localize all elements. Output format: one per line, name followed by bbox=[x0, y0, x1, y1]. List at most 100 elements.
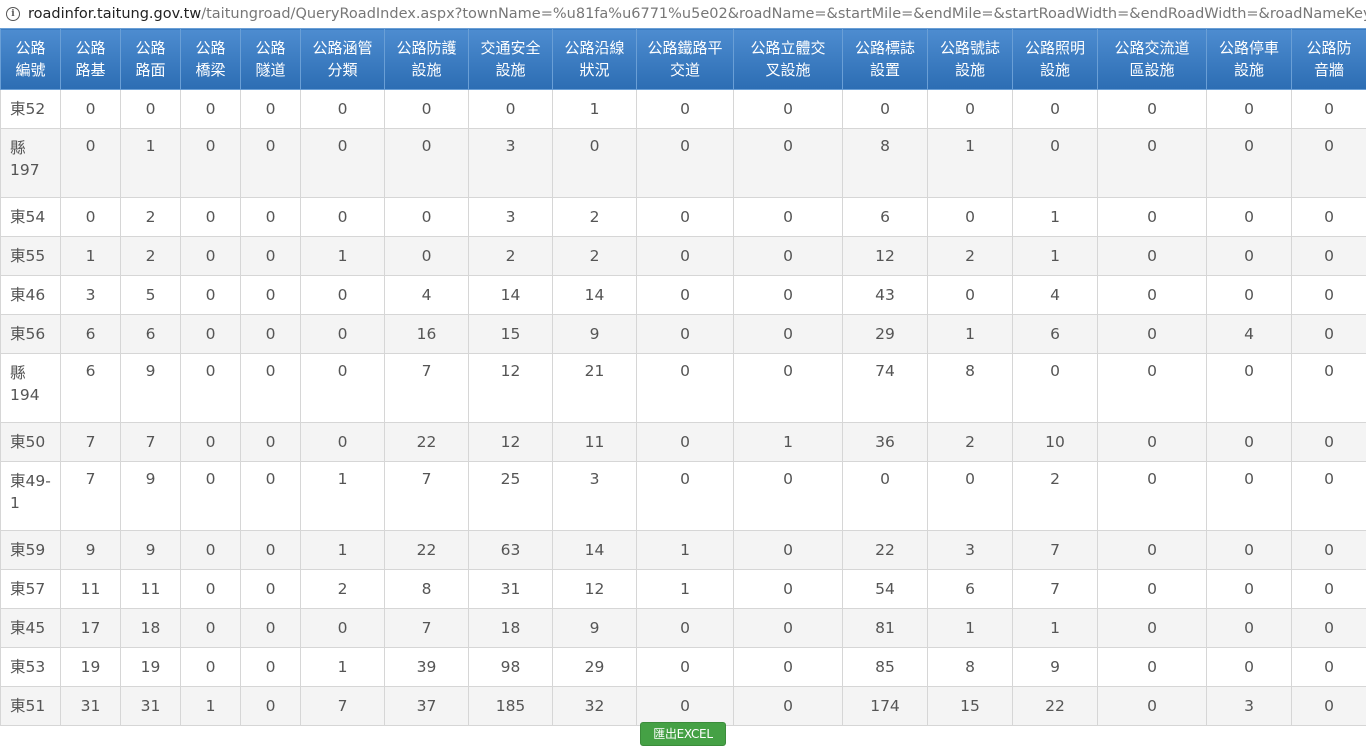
value-cell: 0 bbox=[1291, 422, 1366, 462]
value-cell: 4 bbox=[1206, 314, 1292, 354]
value-cell: 22 bbox=[384, 422, 469, 462]
value-cell: 11 bbox=[552, 422, 637, 462]
value-cell: 4 bbox=[1012, 275, 1098, 315]
column-header: 公路停車 設施 bbox=[1206, 28, 1292, 90]
value-cell: 0 bbox=[1206, 422, 1292, 462]
value-cell: 16 bbox=[384, 314, 469, 354]
value-cell: 0 bbox=[636, 608, 734, 648]
value-cell: 9 bbox=[552, 314, 637, 354]
value-cell: 0 bbox=[1291, 461, 1366, 531]
value-cell: 2 bbox=[552, 197, 637, 237]
value-cell: 0 bbox=[384, 89, 469, 129]
value-cell: 7 bbox=[384, 353, 469, 423]
value-cell: 0 bbox=[240, 608, 301, 648]
value-cell: 7 bbox=[60, 422, 121, 462]
value-cell: 22 bbox=[384, 530, 469, 570]
value-cell: 8 bbox=[842, 128, 928, 198]
value-cell: 5 bbox=[120, 275, 181, 315]
value-cell: 0 bbox=[180, 197, 241, 237]
road-code-cell: 東49- 1 bbox=[0, 461, 61, 531]
value-cell: 15 bbox=[468, 314, 553, 354]
value-cell: 9 bbox=[60, 530, 121, 570]
value-cell: 36 bbox=[842, 422, 928, 462]
value-cell: 0 bbox=[927, 275, 1013, 315]
info-icon[interactable]: i bbox=[6, 7, 20, 21]
column-header-text: 區設施 bbox=[1129, 61, 1175, 79]
value-cell: 0 bbox=[1097, 608, 1207, 648]
value-cell: 6 bbox=[927, 569, 1013, 609]
column-header-text: 公路防護 bbox=[396, 39, 457, 57]
value-cell: 31 bbox=[120, 686, 181, 726]
value-cell: 0 bbox=[240, 314, 301, 354]
column-header-text: 公路立體交 bbox=[750, 39, 826, 57]
value-cell: 0 bbox=[636, 197, 734, 237]
value-cell: 0 bbox=[300, 608, 385, 648]
address-bar[interactable]: i roadinfor.taitung.gov.tw/taitungroad/Q… bbox=[0, 0, 1366, 28]
table-row: 東49- 1 7 9 0 0 1 7 25 3 0 0 0 0 2 0 0 0 bbox=[0, 461, 1366, 531]
column-header-text: 交道 bbox=[669, 61, 700, 79]
value-cell: 12 bbox=[842, 236, 928, 276]
road-code-text: 東45 bbox=[10, 619, 46, 637]
value-cell: 3 bbox=[1206, 686, 1292, 726]
column-header-text: 隧道 bbox=[255, 61, 286, 79]
value-cell: 31 bbox=[60, 686, 121, 726]
value-cell: 3 bbox=[60, 275, 121, 315]
export-excel-button[interactable]: 匯出EXCEL bbox=[640, 722, 726, 746]
value-cell: 0 bbox=[1206, 530, 1292, 570]
column-header-text: 公路 bbox=[255, 39, 286, 57]
value-cell: 0 bbox=[1291, 686, 1366, 726]
value-cell: 0 bbox=[60, 128, 121, 198]
value-cell: 0 bbox=[468, 89, 553, 129]
road-code-cell: 東54 bbox=[0, 197, 61, 237]
value-cell: 0 bbox=[1097, 314, 1207, 354]
value-cell: 0 bbox=[180, 530, 241, 570]
value-cell: 2 bbox=[1012, 461, 1098, 531]
value-cell: 0 bbox=[1291, 236, 1366, 276]
table-row: 東53 19 19 0 0 1 39 98 29 0 0 85 8 9 0 0 0 bbox=[0, 647, 1366, 687]
column-header: 交通安全 設施 bbox=[468, 28, 553, 90]
table-body: 東52 0 0 0 0 0 0 0 1 0 0 0 0 0 0 0 0 縣 197 0 1 0 0 0 0 3 0 0 0 8 1 0 0 0 0 東… bbox=[0, 89, 1366, 726]
road-code-text: 東52 bbox=[10, 100, 46, 118]
value-cell: 0 bbox=[1291, 608, 1366, 648]
value-cell: 31 bbox=[468, 569, 553, 609]
road-code-cell: 東53 bbox=[0, 647, 61, 687]
value-cell: 0 bbox=[733, 197, 843, 237]
value-cell: 0 bbox=[300, 353, 385, 423]
value-cell: 12 bbox=[552, 569, 637, 609]
value-cell: 2 bbox=[120, 236, 181, 276]
value-cell: 0 bbox=[180, 128, 241, 198]
column-header-text: 設施 bbox=[1233, 61, 1264, 79]
table-row: 東57 11 11 0 0 2 8 31 12 1 0 54 6 7 0 0 0 bbox=[0, 569, 1366, 609]
column-header: 公路標誌 設置 bbox=[842, 28, 928, 90]
table-header: 公路 編號 公路 路基 公路 路面 公路 橋梁 公路 隧道 公路涵管 分類 公路防護 設施 交通安全 設施 公路… bbox=[0, 28, 1366, 90]
value-cell: 11 bbox=[120, 569, 181, 609]
value-cell: 0 bbox=[240, 197, 301, 237]
value-cell: 1 bbox=[927, 128, 1013, 198]
road-index-table: 公路 編號 公路 路基 公路 路面 公路 橋梁 公路 隧道 公路涵管 分類 公路防護 設施 交通安全 設施 公路… bbox=[0, 28, 1366, 726]
column-header-text: 公路號誌 bbox=[939, 39, 1000, 57]
column-header-text: 公路標誌 bbox=[854, 39, 915, 57]
column-header-text: 公路 bbox=[195, 39, 226, 57]
value-cell: 1 bbox=[180, 686, 241, 726]
value-cell: 29 bbox=[552, 647, 637, 687]
value-cell: 14 bbox=[468, 275, 553, 315]
value-cell: 0 bbox=[1097, 686, 1207, 726]
value-cell: 14 bbox=[552, 530, 637, 570]
table-row: 東45 17 18 0 0 0 7 18 9 0 0 81 1 1 0 0 0 bbox=[0, 608, 1366, 648]
value-cell: 1 bbox=[60, 236, 121, 276]
value-cell: 0 bbox=[300, 275, 385, 315]
url-path: /taitungroad/QueryRoadIndex.aspx?townNam… bbox=[201, 6, 1366, 22]
value-cell: 0 bbox=[180, 275, 241, 315]
road-code-text: 東46 bbox=[10, 286, 46, 304]
value-cell: 0 bbox=[1097, 530, 1207, 570]
value-cell: 8 bbox=[384, 569, 469, 609]
column-header-text: 路基 bbox=[75, 61, 106, 79]
column-header: 公路照明 設施 bbox=[1012, 28, 1098, 90]
value-cell: 12 bbox=[468, 353, 553, 423]
value-cell: 0 bbox=[60, 197, 121, 237]
value-cell: 4 bbox=[384, 275, 469, 315]
value-cell: 1 bbox=[927, 314, 1013, 354]
value-cell: 2 bbox=[468, 236, 553, 276]
value-cell: 0 bbox=[1206, 608, 1292, 648]
value-cell: 0 bbox=[1291, 569, 1366, 609]
